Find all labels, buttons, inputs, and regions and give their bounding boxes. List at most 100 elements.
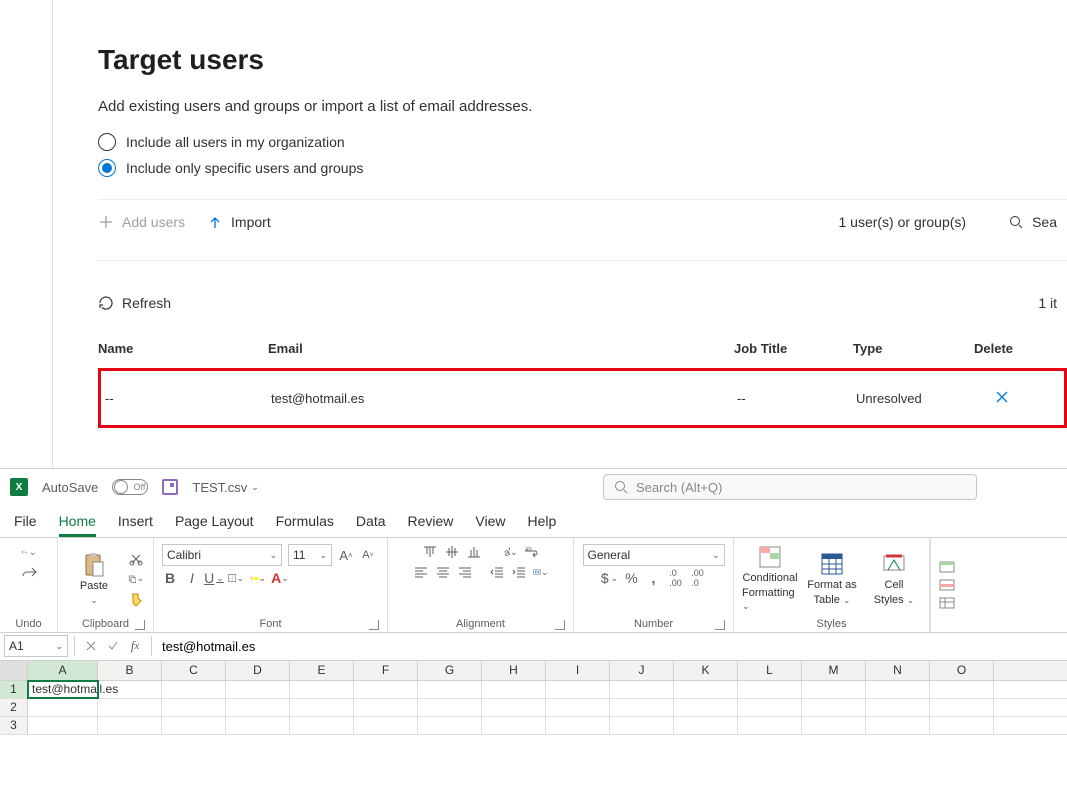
search-button[interactable]: Sea	[1008, 214, 1057, 230]
cell-O2[interactable]	[930, 699, 994, 716]
cell-J1[interactable]	[610, 681, 674, 698]
delete-cells-button[interactable]	[939, 578, 957, 592]
number-format-combo[interactable]: General⌄	[583, 544, 725, 566]
column-header-F[interactable]: F	[354, 661, 418, 680]
column-header-J[interactable]: J	[610, 661, 674, 680]
row-header-1[interactable]: 1	[0, 681, 28, 698]
insert-function-button[interactable]: fx	[127, 638, 143, 654]
col-header-delete[interactable]: Delete	[974, 341, 1024, 356]
table-row[interactable]: -- test@hotmail.es -- Unresolved	[101, 371, 1064, 425]
percent-format-button[interactable]: %	[624, 570, 640, 586]
font-color-button[interactable]: A⌄	[272, 570, 288, 586]
cell-B2[interactable]	[98, 699, 162, 716]
column-header-I[interactable]: I	[546, 661, 610, 680]
redo-button[interactable]	[21, 564, 37, 580]
column-header-O[interactable]: O	[930, 661, 994, 680]
cell-D1[interactable]	[226, 681, 290, 698]
cell-F1[interactable]	[354, 681, 418, 698]
column-header-B[interactable]: B	[98, 661, 162, 680]
cell-N3[interactable]	[866, 717, 930, 734]
cell-K3[interactable]	[674, 717, 738, 734]
increase-indent-button[interactable]	[511, 564, 527, 580]
orientation-button[interactable]: ab⌄	[502, 544, 518, 560]
undo-button[interactable]: ⌄	[21, 544, 37, 560]
column-header-A[interactable]: A	[28, 661, 98, 680]
filename-dropdown[interactable]: TEST.csv ⌄	[192, 480, 258, 495]
name-box[interactable]: A1 ⌄	[4, 635, 68, 657]
shrink-font-button[interactable]: A˅	[360, 547, 376, 563]
ribbon-tab-file[interactable]: File	[14, 513, 37, 537]
insert-cells-button[interactable]	[939, 560, 957, 574]
format-as-table-button[interactable]: Format as Table ⌄	[804, 551, 860, 607]
cell-N1[interactable]	[866, 681, 930, 698]
cell-D2[interactable]	[226, 699, 290, 716]
cell-M3[interactable]	[802, 717, 866, 734]
dialog-launcher-icon[interactable]	[555, 620, 565, 630]
cell-E2[interactable]	[290, 699, 354, 716]
dialog-launcher-icon[interactable]	[135, 620, 145, 630]
ribbon-tab-insert[interactable]: Insert	[118, 513, 153, 537]
cell-E1[interactable]	[290, 681, 354, 698]
save-icon[interactable]	[162, 479, 178, 495]
cell-H2[interactable]	[482, 699, 546, 716]
column-header-G[interactable]: G	[418, 661, 482, 680]
cell-H3[interactable]	[482, 717, 546, 734]
cell-E3[interactable]	[290, 717, 354, 734]
cell-I1[interactable]	[546, 681, 610, 698]
wrap-text-button[interactable]: ab	[524, 544, 540, 560]
cell-C1[interactable]	[162, 681, 226, 698]
cell-J2[interactable]	[610, 699, 674, 716]
borders-button[interactable]: ⌄	[228, 570, 244, 586]
cell-I3[interactable]	[546, 717, 610, 734]
column-header-E[interactable]: E	[290, 661, 354, 680]
cell-F3[interactable]	[354, 717, 418, 734]
column-header-M[interactable]: M	[802, 661, 866, 680]
cell-K2[interactable]	[674, 699, 738, 716]
cell-B3[interactable]	[98, 717, 162, 734]
radio-include-specific[interactable]: Include only specific users and groups	[98, 159, 1067, 177]
underline-button[interactable]: U⌄	[206, 570, 222, 586]
comma-format-button[interactable]: ,	[646, 570, 662, 586]
cell-O3[interactable]	[930, 717, 994, 734]
align-left-button[interactable]	[413, 564, 429, 580]
refresh-button[interactable]: Refresh	[98, 295, 171, 311]
cell-I2[interactable]	[546, 699, 610, 716]
cell-A1[interactable]: test@hotmail.es	[28, 681, 98, 698]
enter-formula-button[interactable]	[105, 638, 121, 654]
row-header-3[interactable]: 3	[0, 717, 28, 734]
cell-G3[interactable]	[418, 717, 482, 734]
align-bottom-button[interactable]	[466, 544, 482, 560]
col-header-name[interactable]: Name	[98, 341, 268, 356]
grow-font-button[interactable]: A˄	[338, 547, 354, 563]
cut-button[interactable]	[128, 551, 144, 567]
column-header-L[interactable]: L	[738, 661, 802, 680]
autosave-toggle[interactable]: Off	[112, 479, 148, 495]
cell-L2[interactable]	[738, 699, 802, 716]
radio-include-all[interactable]: Include all users in my organization	[98, 133, 1067, 151]
cancel-formula-button[interactable]	[83, 638, 99, 654]
cell-A3[interactable]	[28, 717, 98, 734]
cell-N2[interactable]	[866, 699, 930, 716]
fill-color-button[interactable]: ⌄	[250, 570, 266, 586]
align-middle-button[interactable]	[444, 544, 460, 560]
cell-L1[interactable]	[738, 681, 802, 698]
cell-M1[interactable]	[802, 681, 866, 698]
tell-me-search[interactable]: Search (Alt+Q)	[603, 474, 977, 500]
format-cells-button[interactable]	[939, 596, 957, 610]
ribbon-tab-view[interactable]: View	[475, 513, 505, 537]
font-size-combo[interactable]: 11⌄	[288, 544, 332, 566]
cell-H1[interactable]	[482, 681, 546, 698]
formula-bar-input[interactable]	[154, 635, 1067, 657]
cell-G2[interactable]	[418, 699, 482, 716]
cell-C2[interactable]	[162, 699, 226, 716]
col-header-type[interactable]: Type	[853, 341, 974, 356]
paste-button[interactable]: Paste ⌄	[66, 552, 122, 606]
row-header-2[interactable]: 2	[0, 699, 28, 716]
copy-button[interactable]: ⌄	[128, 571, 144, 587]
add-users-button[interactable]: Add users	[98, 214, 185, 230]
decrease-indent-button[interactable]	[489, 564, 505, 580]
cell-C3[interactable]	[162, 717, 226, 734]
column-header-C[interactable]: C	[162, 661, 226, 680]
delete-row-button[interactable]	[977, 388, 1027, 409]
ribbon-tab-review[interactable]: Review	[408, 513, 454, 537]
